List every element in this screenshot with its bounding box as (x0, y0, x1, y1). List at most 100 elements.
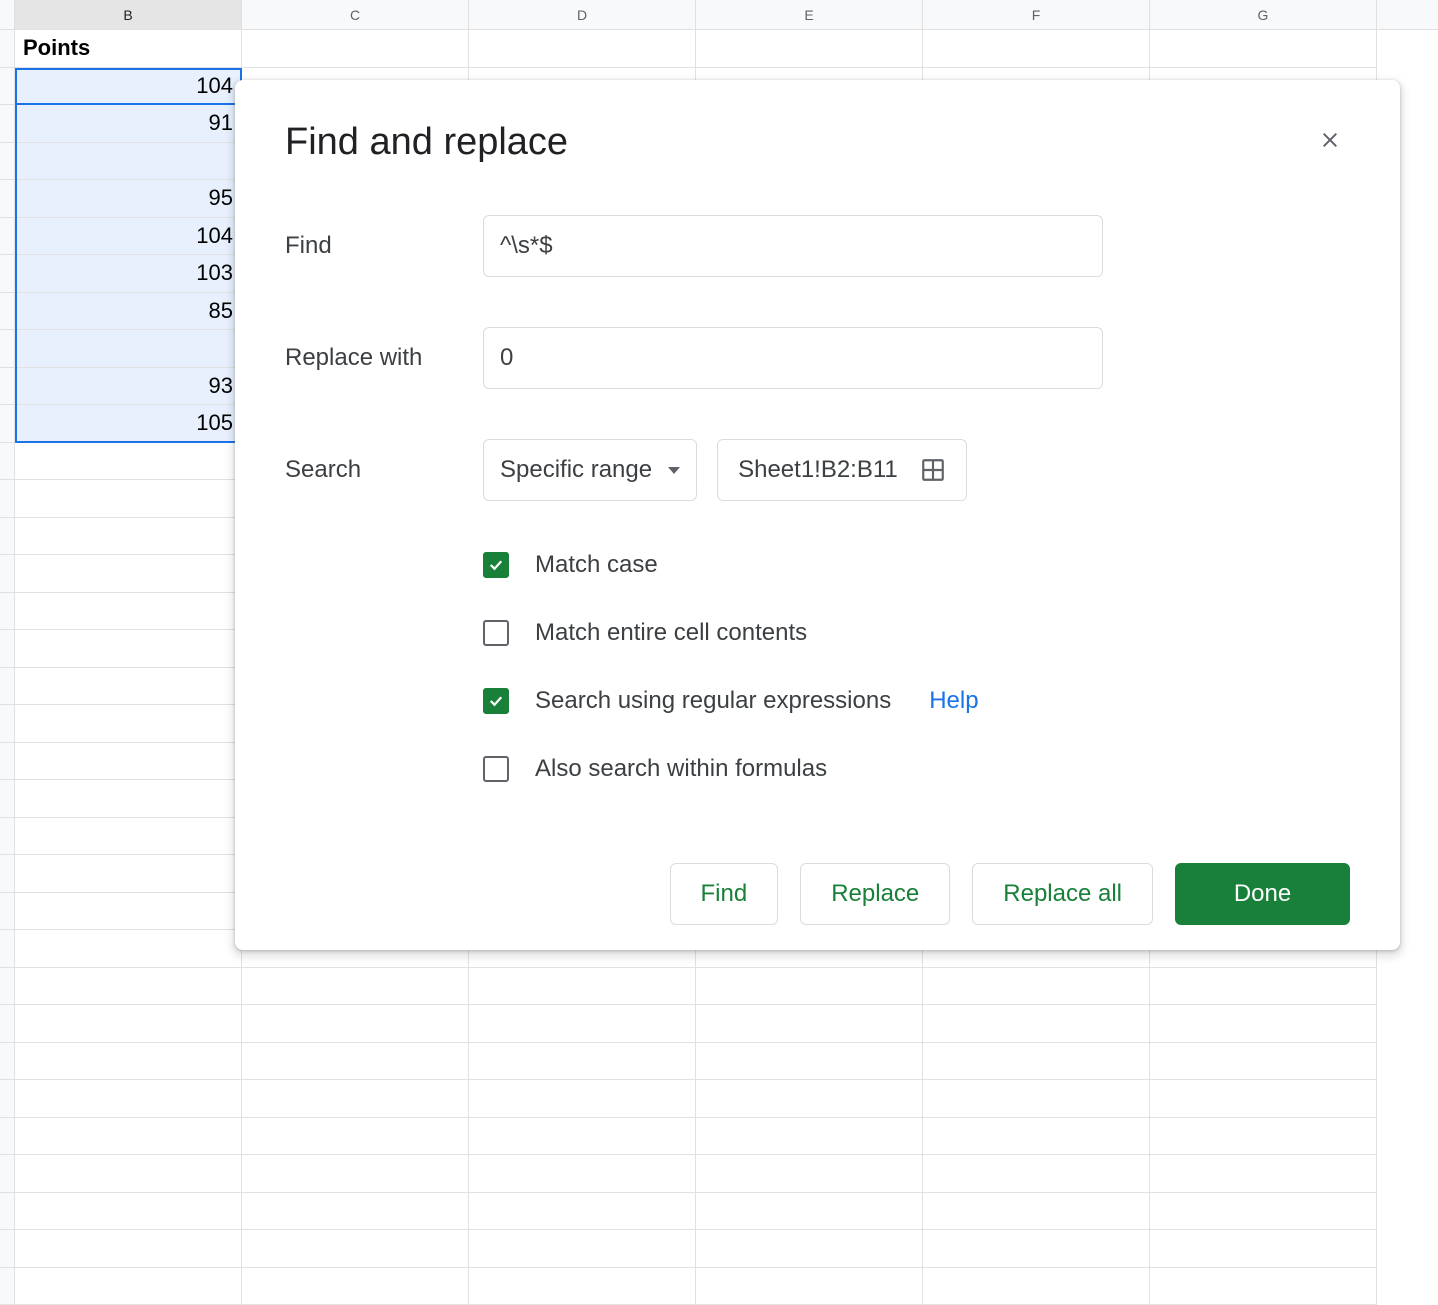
cell[interactable] (15, 1155, 242, 1193)
cell[interactable] (696, 1193, 923, 1231)
row-header[interactable] (0, 330, 15, 368)
row-header[interactable] (0, 1043, 15, 1081)
row-header[interactable] (0, 218, 15, 256)
row-header[interactable] (0, 968, 15, 1006)
cell[interactable] (469, 1043, 696, 1081)
row-header[interactable] (0, 255, 15, 293)
cell[interactable] (696, 1005, 923, 1043)
cell[interactable]: 95 (15, 180, 242, 218)
col-header-f[interactable]: F (923, 0, 1150, 29)
cell[interactable] (1150, 1118, 1377, 1156)
cell[interactable] (923, 1268, 1150, 1305)
help-link[interactable]: Help (929, 687, 978, 715)
cell[interactable] (15, 630, 242, 668)
cell[interactable] (242, 1080, 469, 1118)
cell[interactable] (242, 1118, 469, 1156)
cell[interactable] (923, 30, 1150, 68)
row-header[interactable] (0, 68, 15, 106)
cell[interactable] (469, 968, 696, 1006)
cell[interactable]: 93 (15, 368, 242, 406)
row-header[interactable] (0, 105, 15, 143)
row-header[interactable] (0, 368, 15, 406)
cell[interactable] (1150, 30, 1377, 68)
row-header[interactable] (0, 593, 15, 631)
range-input[interactable]: Sheet1!B2:B11 (717, 439, 967, 501)
col-header-b[interactable]: B (15, 0, 242, 29)
row-header[interactable] (0, 555, 15, 593)
cell[interactable] (15, 855, 242, 893)
row-header[interactable] (0, 780, 15, 818)
row-header[interactable] (0, 930, 15, 968)
row-header[interactable] (0, 1193, 15, 1231)
cell[interactable]: 91 (15, 105, 242, 143)
cell[interactable]: 104 (15, 68, 242, 106)
col-header-d[interactable]: D (469, 0, 696, 29)
row-header[interactable] (0, 293, 15, 331)
cell[interactable] (469, 1118, 696, 1156)
cell[interactable] (923, 1043, 1150, 1081)
row-header[interactable] (0, 1230, 15, 1268)
row-header[interactable] (0, 855, 15, 893)
done-button[interactable]: Done (1175, 863, 1350, 925)
cell[interactable]: 105 (15, 405, 242, 443)
row-header[interactable] (0, 818, 15, 856)
cell[interactable] (15, 1193, 242, 1231)
cell[interactable] (1150, 1043, 1377, 1081)
cell[interactable] (923, 1230, 1150, 1268)
col-header-c[interactable]: C (242, 0, 469, 29)
cell[interactable] (696, 1043, 923, 1081)
cell[interactable] (15, 780, 242, 818)
cell[interactable] (242, 30, 469, 68)
cell[interactable] (15, 930, 242, 968)
cell[interactable] (242, 1043, 469, 1081)
cell[interactable] (15, 1005, 242, 1043)
cell[interactable] (15, 1230, 242, 1268)
cell[interactable] (242, 1005, 469, 1043)
cell[interactable] (696, 1080, 923, 1118)
row-header[interactable] (0, 668, 15, 706)
match-case-checkbox[interactable] (483, 552, 509, 578)
cell[interactable] (469, 1230, 696, 1268)
cell[interactable] (923, 1193, 1150, 1231)
cell[interactable]: 103 (15, 255, 242, 293)
cell[interactable] (15, 593, 242, 631)
cell[interactable] (242, 1193, 469, 1231)
cell[interactable] (923, 1080, 1150, 1118)
row-header[interactable] (0, 443, 15, 481)
cell[interactable] (469, 1193, 696, 1231)
formulas-checkbox[interactable] (483, 756, 509, 782)
cell[interactable] (15, 818, 242, 856)
cell[interactable] (1150, 1005, 1377, 1043)
cell[interactable] (15, 143, 242, 181)
cell[interactable] (696, 1118, 923, 1156)
cell[interactable] (15, 705, 242, 743)
cell[interactable] (696, 1268, 923, 1305)
cell[interactable] (15, 443, 242, 481)
cell[interactable] (469, 30, 696, 68)
replace-button[interactable]: Replace (800, 863, 950, 925)
cell[interactable] (242, 1268, 469, 1305)
row-header[interactable] (0, 30, 15, 68)
row-header[interactable] (0, 705, 15, 743)
cell[interactable] (696, 30, 923, 68)
cell[interactable] (923, 968, 1150, 1006)
cell[interactable] (15, 480, 242, 518)
cell[interactable] (15, 1118, 242, 1156)
cell[interactable] (469, 1080, 696, 1118)
cell[interactable] (15, 743, 242, 781)
find-input[interactable] (483, 215, 1103, 277)
row-header[interactable] (0, 1155, 15, 1193)
cell[interactable] (1150, 1080, 1377, 1118)
cell[interactable] (242, 1230, 469, 1268)
row-header[interactable] (0, 1118, 15, 1156)
row-header[interactable] (0, 518, 15, 556)
cell[interactable]: 85 (15, 293, 242, 331)
cell[interactable] (15, 1268, 242, 1305)
col-header-g[interactable]: G (1150, 0, 1377, 29)
cell[interactable]: 104 (15, 218, 242, 256)
cell[interactable] (15, 330, 242, 368)
replace-input[interactable] (483, 327, 1103, 389)
cell[interactable] (1150, 1155, 1377, 1193)
regex-checkbox[interactable] (483, 688, 509, 714)
cell[interactable] (15, 668, 242, 706)
